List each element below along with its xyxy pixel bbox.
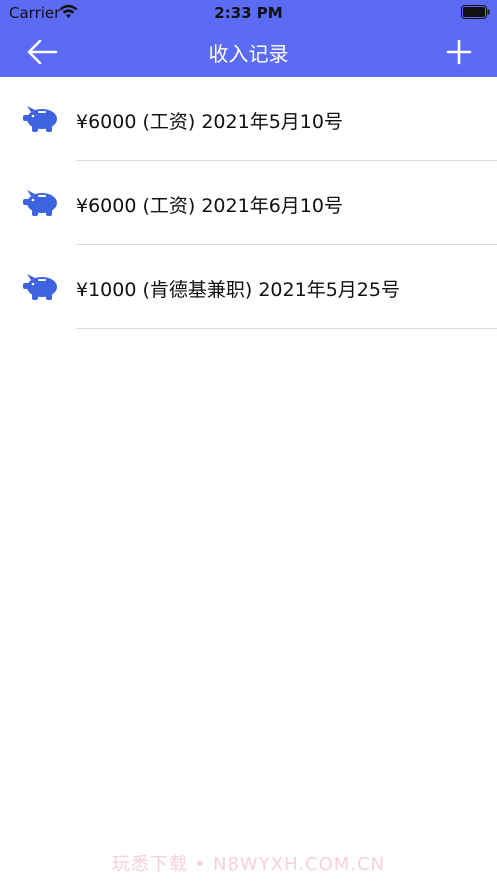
divider — [76, 328, 497, 329]
battery-icon — [461, 5, 490, 19]
navigation-bar: 收入记录 — [0, 26, 497, 77]
income-record-list: ¥6000 (工资) 2021年5月10号 ¥6000 (工资) 2021年6月… — [0, 77, 497, 329]
piggy-bank-icon — [23, 106, 57, 132]
record-text: ¥1000 (肯德基兼职) 2021年5月25号 — [76, 279, 400, 301]
list-item[interactable]: ¥6000 (工资) 2021年5月10号 — [0, 77, 497, 161]
record-text: ¥6000 (工资) 2021年6月10号 — [76, 195, 343, 217]
plus-icon — [446, 39, 472, 65]
watermark: 玩悉下载 • N8WYXH.COM.CN — [111, 854, 386, 875]
status-time: 2:33 PM — [214, 4, 283, 22]
piggy-bank-icon — [23, 274, 57, 300]
record-text: ¥6000 (工资) 2021年5月10号 — [76, 111, 343, 133]
page-title: 收入记录 — [208, 42, 289, 66]
piggy-bank-icon — [23, 190, 57, 216]
list-item[interactable]: ¥1000 (肯德基兼职) 2021年5月25号 — [0, 245, 497, 329]
list-item[interactable]: ¥6000 (工资) 2021年6月10号 — [0, 161, 497, 245]
add-record-button[interactable] — [440, 36, 478, 68]
status-bar: Carrier 2:33 PM — [0, 0, 497, 26]
